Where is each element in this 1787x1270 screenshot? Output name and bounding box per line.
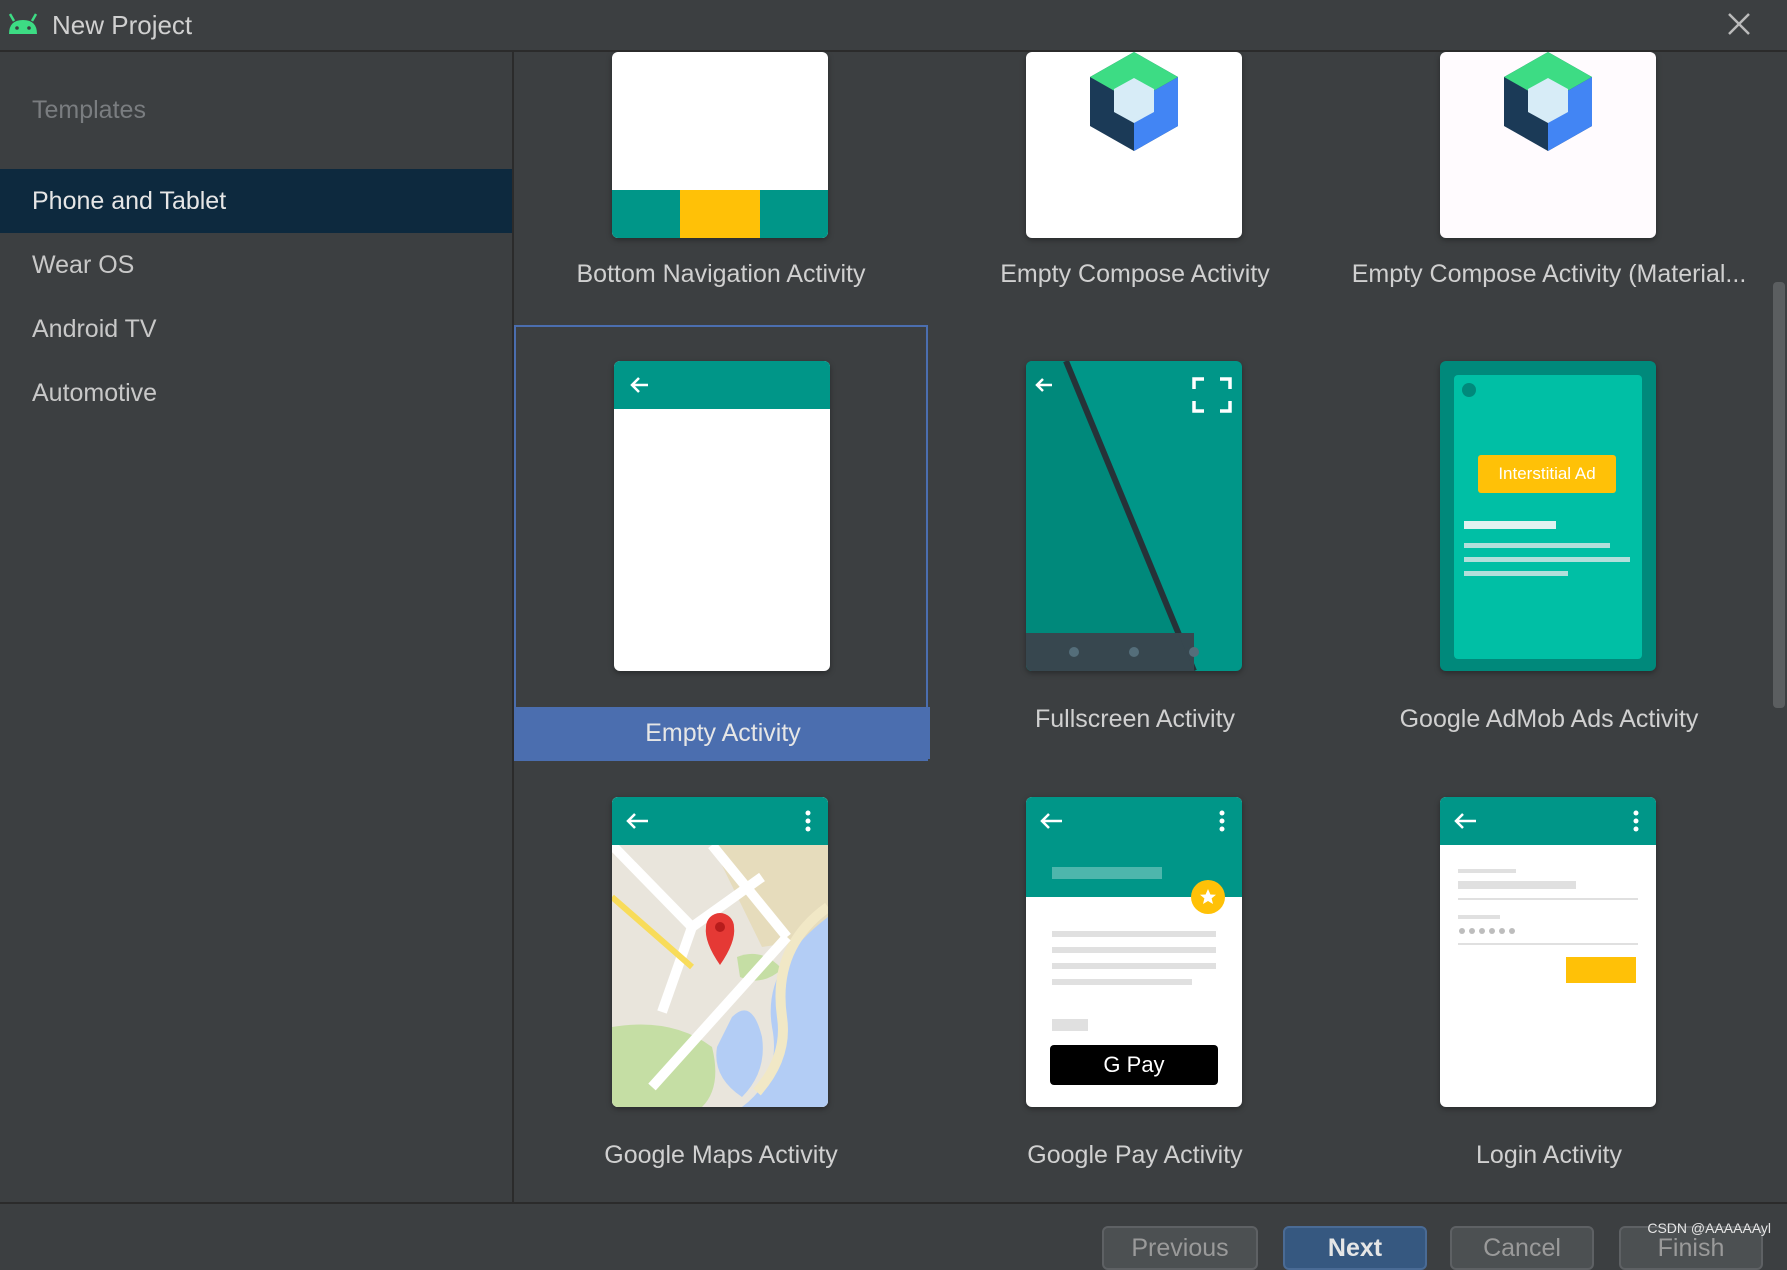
template-grid-scrollbar[interactable] xyxy=(1773,282,1785,708)
jetpack-compose-icon xyxy=(1504,52,1592,151)
template-preview: G Pay xyxy=(1026,797,1242,1107)
content-line xyxy=(1464,571,1568,576)
title-bar: New Project xyxy=(0,0,1787,52)
template-google-pay-activity[interactable]: G Pay Google Pay Activity xyxy=(928,761,1342,1197)
template-label: Google Maps Activity xyxy=(604,1141,838,1169)
sidebar-item-automotive[interactable]: Automotive xyxy=(0,361,512,425)
template-label: Google Pay Activity xyxy=(1027,1141,1243,1169)
template-preview: Interstitial Ad xyxy=(1440,361,1656,671)
template-label: Login Activity xyxy=(1476,1141,1622,1169)
template-preview xyxy=(1440,52,1656,238)
templates-section-label: Templates xyxy=(32,96,146,124)
template-label: Empty Compose Activity (Material... xyxy=(1351,260,1747,288)
template-google-admob-ads-activity[interactable]: Interstitial Ad Google AdMob Ads Activit… xyxy=(1342,325,1756,761)
template-label: Empty Activity xyxy=(516,707,930,759)
template-preview xyxy=(614,361,830,671)
content-line xyxy=(1464,521,1556,529)
template-grid: Bottom Navigation Activity Empty Compose… xyxy=(514,52,1766,1202)
cancel-button[interactable]: Cancel xyxy=(1450,1226,1594,1270)
back-arrow-icon xyxy=(630,377,648,393)
template-bottom-navigation-activity[interactable]: Bottom Navigation Activity xyxy=(514,52,928,298)
close-icon[interactable] xyxy=(1725,10,1753,38)
dialog-footer: Previous Next Cancel Finish CSDN @AAAAAA… xyxy=(0,1202,1787,1270)
android-icon xyxy=(8,13,38,34)
template-label: Bottom Navigation Activity xyxy=(576,260,866,288)
previous-button[interactable]: Previous xyxy=(1102,1226,1258,1270)
template-preview xyxy=(1026,52,1242,238)
jetpack-compose-icon xyxy=(1090,52,1178,151)
map-preview-art xyxy=(612,797,828,1107)
template-preview xyxy=(612,797,828,1107)
sidebar-item-android-tv[interactable]: Android TV xyxy=(0,297,512,361)
template-label: Fullscreen Activity xyxy=(1034,705,1236,733)
template-preview xyxy=(612,52,828,238)
template-preview xyxy=(1440,797,1656,1107)
template-google-maps-activity[interactable]: Google Maps Activity xyxy=(514,761,928,1197)
template-empty-activity[interactable]: Empty Activity xyxy=(514,325,930,761)
template-label: Empty Compose Activity xyxy=(1000,260,1270,288)
ad-panel xyxy=(1454,375,1642,659)
template-preview xyxy=(1026,361,1242,671)
sidebar-item-wear-os[interactable]: Wear OS xyxy=(0,233,512,297)
next-button[interactable]: Next xyxy=(1283,1226,1427,1270)
camera-dot xyxy=(1462,383,1476,397)
bottom-nav-selected-item xyxy=(680,190,760,238)
interstitial-ad-badge: Interstitial Ad xyxy=(1478,455,1616,493)
template-label: Google AdMob Ads Activity xyxy=(1399,705,1699,733)
template-empty-compose-activity-material[interactable]: Empty Compose Activity (Material... xyxy=(1342,52,1756,298)
template-empty-compose-activity[interactable]: Empty Compose Activity xyxy=(928,52,1342,298)
content-line xyxy=(1464,543,1610,548)
template-category-sidebar: Templates Phone and Tablet Wear OS Andro… xyxy=(0,52,514,1202)
google-pay-button: G Pay xyxy=(1050,1045,1218,1085)
template-fullscreen-activity[interactable]: Fullscreen Activity xyxy=(928,325,1342,761)
login-preview-art xyxy=(1440,797,1656,983)
content-line xyxy=(1464,557,1630,562)
sidebar-item-phone-and-tablet[interactable]: Phone and Tablet xyxy=(0,169,512,233)
watermark: CSDN @AAAAAAyl xyxy=(1647,1220,1771,1236)
template-login-activity[interactable]: Login Activity xyxy=(1342,761,1756,1197)
window-title: New Project xyxy=(52,10,193,40)
fullscreen-preview-art xyxy=(1026,361,1232,671)
